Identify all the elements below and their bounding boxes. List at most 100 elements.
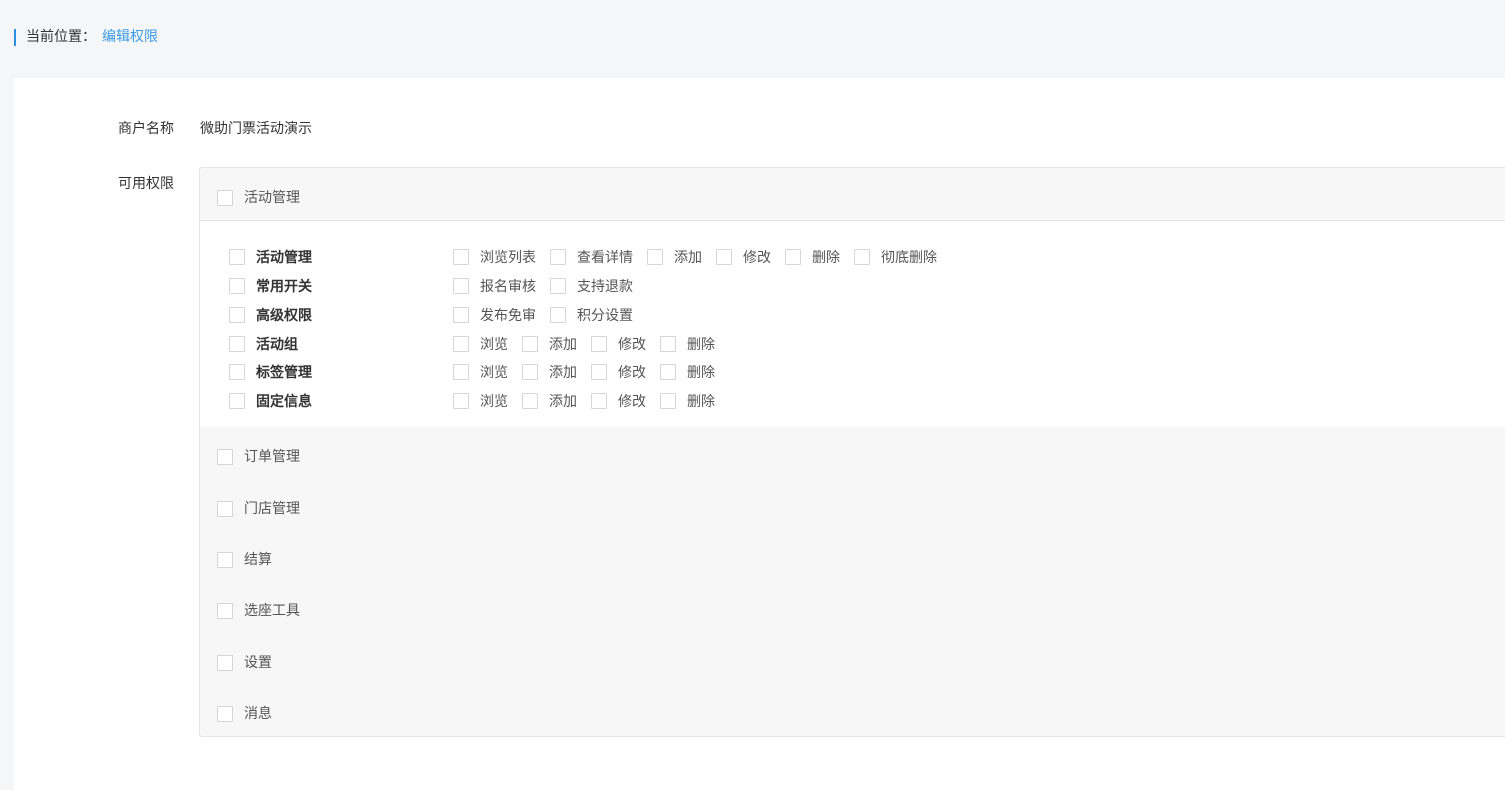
perm-options: 报名审核 支持退款: [453, 276, 647, 296]
perm-row-main[interactable]: 固定信息: [229, 391, 453, 411]
option-checkbox[interactable]: [522, 336, 538, 352]
perm-option[interactable]: 浏览: [453, 391, 508, 411]
option-checkbox[interactable]: [453, 364, 469, 380]
row-label: 常用开关: [256, 279, 312, 295]
row-checkbox[interactable]: [229, 336, 245, 352]
option-checkbox[interactable]: [522, 364, 538, 380]
group-label: 结算: [244, 552, 272, 568]
perm-option[interactable]: 彻底删除: [854, 247, 937, 267]
perm-row-main[interactable]: 活动管理: [229, 247, 453, 267]
option-label: 浏览: [480, 337, 508, 353]
perm-row: 标签管理 浏览 添加 修改 删除: [229, 362, 729, 382]
option-checkbox[interactable]: [453, 393, 469, 409]
option-label: 删除: [687, 394, 715, 410]
row-label: 标签管理: [256, 365, 312, 381]
perm-group-settings[interactable]: 设置: [217, 653, 272, 673]
perm-option[interactable]: 修改: [591, 391, 646, 411]
row-label: 活动管理: [256, 250, 312, 266]
perm-option[interactable]: 浏览: [453, 334, 508, 354]
perm-option[interactable]: 修改: [591, 334, 646, 354]
option-checkbox[interactable]: [453, 307, 469, 323]
perm-row: 常用开关 报名审核 支持退款: [229, 276, 647, 296]
perm-row: 高级权限 发布免审 积分设置: [229, 305, 647, 325]
option-label: 添加: [549, 394, 577, 410]
perm-option[interactable]: 发布免审: [453, 305, 536, 325]
row-label: 活动组: [256, 337, 298, 353]
group-label: 订单管理: [244, 449, 300, 465]
row-checkbox[interactable]: [229, 307, 245, 323]
perm-option[interactable]: 修改: [591, 362, 646, 382]
option-checkbox[interactable]: [453, 249, 469, 265]
row-checkbox[interactable]: [229, 278, 245, 294]
perm-group-settlement[interactable]: 结算: [217, 550, 272, 570]
option-checkbox[interactable]: [453, 336, 469, 352]
permissions-box: 活动管理 活动管理 浏览列表 查看详情 添加 修改 删除 彻底删除 常用开关 报…: [199, 167, 1505, 737]
option-checkbox[interactable]: [453, 278, 469, 294]
group-checkbox[interactable]: [217, 190, 233, 206]
perm-row-main[interactable]: 常用开关: [229, 276, 453, 296]
row-checkbox[interactable]: [229, 364, 245, 380]
option-checkbox[interactable]: [550, 307, 566, 323]
option-label: 修改: [743, 250, 771, 266]
option-label: 删除: [812, 250, 840, 266]
option-checkbox[interactable]: [716, 249, 732, 265]
perm-option[interactable]: 支持退款: [550, 276, 633, 296]
perm-option[interactable]: 添加: [522, 362, 577, 382]
perm-row: 固定信息 浏览 添加 修改 删除: [229, 391, 729, 411]
option-checkbox[interactable]: [785, 249, 801, 265]
group-checkbox[interactable]: [217, 603, 233, 619]
group-checkbox[interactable]: [217, 552, 233, 568]
permissions-label: 可用权限: [118, 176, 174, 192]
row-label: 高级权限: [256, 308, 312, 324]
option-checkbox[interactable]: [660, 336, 676, 352]
perm-row-main[interactable]: 活动组: [229, 334, 453, 354]
perm-row-main[interactable]: 高级权限: [229, 305, 453, 325]
perm-group-messages[interactable]: 消息: [217, 704, 272, 724]
option-checkbox[interactable]: [591, 336, 607, 352]
option-label: 添加: [549, 365, 577, 381]
option-checkbox[interactable]: [854, 249, 870, 265]
perm-option[interactable]: 删除: [785, 247, 840, 267]
option-label: 支持退款: [577, 279, 633, 295]
perm-group-stores[interactable]: 门店管理: [217, 499, 300, 519]
perm-option[interactable]: 查看详情: [550, 247, 633, 267]
option-checkbox[interactable]: [522, 393, 538, 409]
group-label: 门店管理: [244, 501, 300, 517]
perm-option[interactable]: 删除: [660, 362, 715, 382]
group-checkbox[interactable]: [217, 501, 233, 517]
option-checkbox[interactable]: [660, 364, 676, 380]
perm-row-main[interactable]: 标签管理: [229, 362, 453, 382]
option-label: 修改: [618, 365, 646, 381]
option-checkbox[interactable]: [591, 393, 607, 409]
option-label: 删除: [687, 337, 715, 353]
perm-option[interactable]: 浏览列表: [453, 247, 536, 267]
perm-group-seating-tool[interactable]: 选座工具: [217, 601, 300, 621]
perm-option[interactable]: 报名审核: [453, 276, 536, 296]
group-checkbox[interactable]: [217, 706, 233, 722]
option-checkbox[interactable]: [647, 249, 663, 265]
perm-option[interactable]: 删除: [660, 391, 715, 411]
option-label: 积分设置: [577, 308, 633, 324]
breadcrumb-label: 当前位置：: [26, 29, 96, 45]
group-checkbox[interactable]: [217, 449, 233, 465]
perm-option[interactable]: 添加: [522, 391, 577, 411]
perm-group-activity[interactable]: 活动管理: [217, 188, 300, 208]
perm-option[interactable]: 浏览: [453, 362, 508, 382]
option-checkbox[interactable]: [550, 249, 566, 265]
row-checkbox[interactable]: [229, 393, 245, 409]
option-checkbox[interactable]: [591, 364, 607, 380]
breadcrumb-current[interactable]: 编辑权限: [102, 29, 158, 45]
perm-option[interactable]: 添加: [647, 247, 702, 267]
group-checkbox[interactable]: [217, 655, 233, 671]
group-label: 选座工具: [244, 603, 300, 619]
row-checkbox[interactable]: [229, 249, 245, 265]
option-label: 浏览: [480, 365, 508, 381]
perm-option[interactable]: 修改: [716, 247, 771, 267]
option-checkbox[interactable]: [550, 278, 566, 294]
perm-option[interactable]: 添加: [522, 334, 577, 354]
perm-option[interactable]: 删除: [660, 334, 715, 354]
perm-option[interactable]: 积分设置: [550, 305, 633, 325]
perm-row: 活动管理 浏览列表 查看详情 添加 修改 删除 彻底删除: [229, 247, 951, 267]
option-checkbox[interactable]: [660, 393, 676, 409]
perm-group-orders[interactable]: 订单管理: [217, 447, 300, 467]
